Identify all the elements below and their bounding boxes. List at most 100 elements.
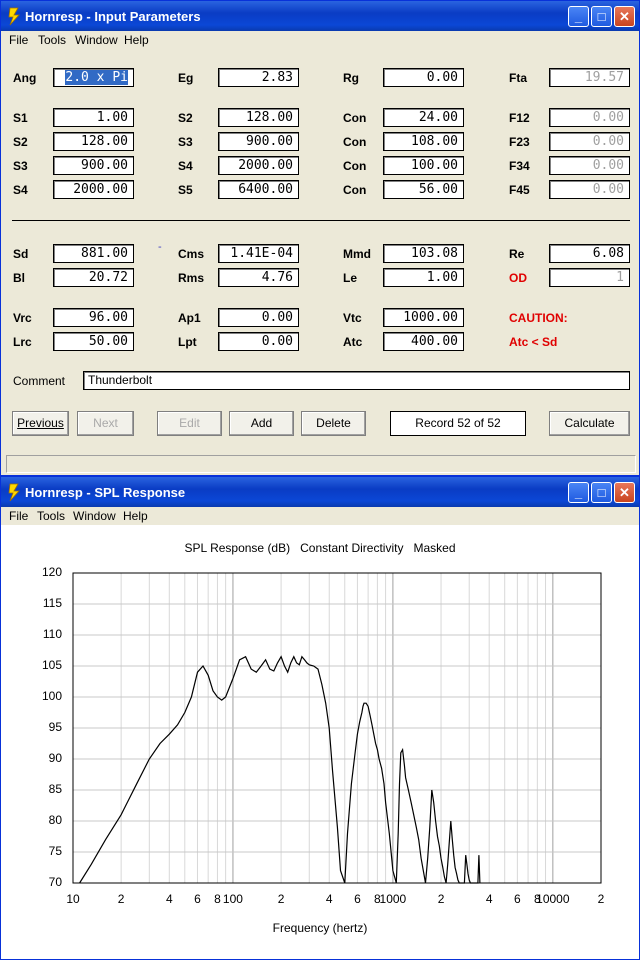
param-field[interactable]: 128.00 bbox=[53, 132, 134, 151]
menu-tools[interactable]: Tools bbox=[38, 33, 66, 47]
param-field[interactable]: 0.00 bbox=[218, 308, 299, 327]
close-icon[interactable]: ✕ bbox=[614, 482, 635, 503]
param-label: Lpt bbox=[178, 335, 197, 349]
param-field[interactable]: 6.08 bbox=[549, 244, 630, 263]
param-value: 96.00 bbox=[88, 310, 128, 325]
param-value: 103.08 bbox=[411, 246, 458, 261]
menu-window[interactable]: Window bbox=[73, 509, 116, 523]
param-label: Sd bbox=[13, 247, 29, 261]
menu-file[interactable]: File bbox=[9, 33, 28, 47]
minimize-icon[interactable]: _ bbox=[568, 482, 589, 503]
param-field[interactable]: 4.76 bbox=[218, 268, 299, 287]
param-field[interactable]: 2000.00 bbox=[53, 180, 134, 199]
title-bar[interactable]: Hornresp - Input Parameters _ □ ✕ bbox=[1, 1, 639, 31]
param-label: S3 bbox=[13, 159, 28, 173]
param-field[interactable]: 1.00 bbox=[53, 108, 134, 127]
x-axis-title: Frequency (hertz) bbox=[272, 921, 368, 935]
menu-help[interactable]: Help bbox=[123, 509, 148, 523]
menu-help[interactable]: Help bbox=[124, 33, 149, 47]
param-field[interactable]: 0.00 bbox=[383, 68, 464, 87]
x-tick-label: 100 bbox=[222, 892, 243, 906]
param-field[interactable]: 1.00 bbox=[383, 268, 464, 287]
param-value: 2000.00 bbox=[73, 182, 128, 197]
maximize-icon[interactable]: □ bbox=[591, 482, 612, 503]
x-tick-label: 10 bbox=[66, 892, 80, 906]
y-tick-label: 120 bbox=[41, 565, 62, 579]
param-field[interactable]: 900.00 bbox=[53, 156, 134, 175]
param-value: 6.08 bbox=[592, 246, 624, 261]
param-field[interactable]: 2.0 x Pi bbox=[53, 68, 134, 87]
y-tick-label: 80 bbox=[48, 813, 62, 827]
hornresp-app-icon bbox=[8, 483, 20, 502]
param-field[interactable]: 6400.00 bbox=[218, 180, 299, 199]
param-label: Rms bbox=[178, 271, 205, 285]
menu-file[interactable]: File bbox=[9, 509, 28, 523]
param-value: 56.00 bbox=[418, 182, 458, 197]
param-field[interactable]: 50.00 bbox=[53, 332, 134, 351]
param-field[interactable]: 2000.00 bbox=[218, 156, 299, 175]
param-label: Vrc bbox=[13, 311, 32, 325]
param-label: S2 bbox=[13, 135, 28, 149]
param-value: 1.00 bbox=[96, 110, 128, 125]
param-label: Rg bbox=[343, 71, 359, 85]
comment-input[interactable]: Thunderbolt bbox=[83, 371, 630, 390]
menu-window[interactable]: Window bbox=[75, 33, 118, 47]
param-field[interactable]: 0.00 bbox=[549, 108, 630, 127]
comment-label: Comment bbox=[13, 374, 66, 388]
menu-bar: File Tools Window Help bbox=[1, 507, 639, 525]
x-tick-label: 2 bbox=[117, 892, 125, 906]
param-field[interactable]: 881.00 bbox=[53, 244, 134, 263]
y-tick-label: 95 bbox=[48, 720, 62, 734]
param-field[interactable]: 900.00 bbox=[218, 132, 299, 151]
param-field[interactable]: 1.41E-04 bbox=[218, 244, 299, 263]
param-label: Con bbox=[343, 159, 367, 173]
edit-button[interactable]: Edit bbox=[157, 411, 222, 436]
previous-button[interactable]: Previous bbox=[12, 411, 69, 436]
maximize-icon[interactable]: □ bbox=[591, 6, 612, 27]
param-value: 0.00 bbox=[592, 182, 624, 197]
param-field[interactable]: 108.00 bbox=[383, 132, 464, 151]
param-field[interactable]: 0.00 bbox=[549, 132, 630, 151]
param-label: F45 bbox=[509, 183, 530, 197]
x-tick-label: 10000 bbox=[536, 892, 570, 906]
close-icon[interactable]: ✕ bbox=[614, 6, 635, 27]
add-button[interactable]: Add bbox=[229, 411, 294, 436]
param-label: S2 bbox=[178, 111, 193, 125]
param-field[interactable]: 0.00 bbox=[218, 332, 299, 351]
param-field[interactable]: 400.00 bbox=[383, 332, 464, 351]
param-field[interactable]: 103.08 bbox=[383, 244, 464, 263]
param-field[interactable]: 1 bbox=[549, 268, 630, 287]
y-tick-label: 75 bbox=[48, 844, 62, 858]
title-bar[interactable]: Hornresp - SPL Response _ □ ✕ bbox=[1, 477, 639, 507]
param-field[interactable]: 0.00 bbox=[549, 180, 630, 199]
cms-marker: - bbox=[158, 241, 162, 253]
param-field[interactable]: 96.00 bbox=[53, 308, 134, 327]
param-label: S1 bbox=[13, 111, 28, 125]
status-bar bbox=[6, 455, 636, 473]
param-field[interactable]: 128.00 bbox=[218, 108, 299, 127]
param-label: Con bbox=[343, 135, 367, 149]
param-value: 881.00 bbox=[81, 246, 128, 261]
calculate-button[interactable]: Calculate bbox=[549, 411, 630, 436]
param-value: 4.76 bbox=[261, 270, 293, 285]
param-field[interactable]: 1000.00 bbox=[383, 308, 464, 327]
param-field[interactable]: 56.00 bbox=[383, 180, 464, 199]
param-field[interactable]: 20.72 bbox=[53, 268, 134, 287]
param-field[interactable]: 2.83 bbox=[218, 68, 299, 87]
param-field[interactable]: 24.00 bbox=[383, 108, 464, 127]
input-parameters-window: Hornresp - Input Parameters _ □ ✕ File T… bbox=[0, 0, 640, 476]
param-label: Ap1 bbox=[178, 311, 201, 325]
param-value: 0.00 bbox=[592, 134, 624, 149]
delete-button[interactable]: Delete bbox=[301, 411, 366, 436]
param-field[interactable]: 0.00 bbox=[549, 156, 630, 175]
menu-tools[interactable]: Tools bbox=[37, 509, 65, 523]
param-field[interactable]: 100.00 bbox=[383, 156, 464, 175]
param-value: 128.00 bbox=[246, 110, 293, 125]
param-field[interactable]: 19.57 bbox=[549, 68, 630, 87]
menu-bar: File Tools Window Help bbox=[1, 31, 639, 49]
next-button[interactable]: Next bbox=[77, 411, 134, 436]
param-value: 100.00 bbox=[411, 158, 458, 173]
record-counter: Record 52 of 52 bbox=[390, 411, 526, 436]
x-tick-label: 6 bbox=[194, 892, 201, 906]
minimize-icon[interactable]: _ bbox=[568, 6, 589, 27]
